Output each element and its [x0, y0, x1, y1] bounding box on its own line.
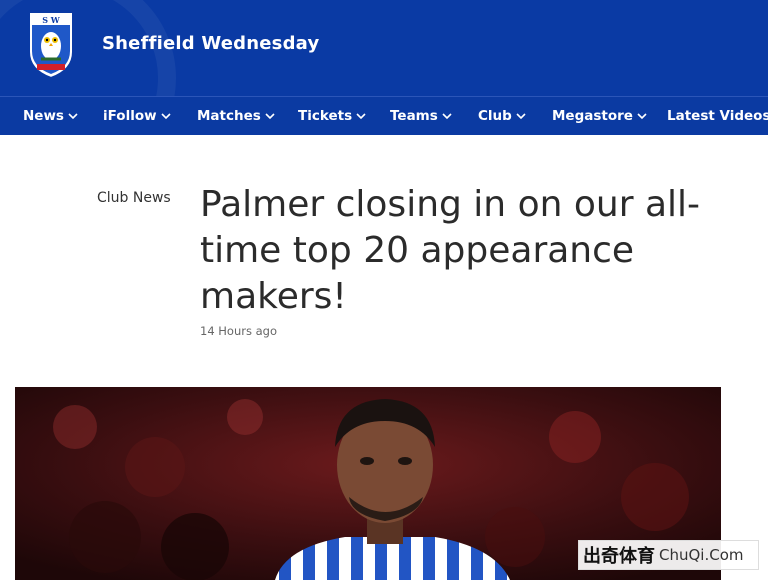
chevron-down-icon [442, 113, 452, 120]
nav-item-teams[interactable]: Teams [390, 97, 452, 135]
watermark-brand-cn: 出奇体育 [583, 546, 655, 567]
nav-item-ifollow[interactable]: iFollow [103, 97, 171, 135]
nav-item-tickets[interactable]: Tickets [298, 97, 366, 135]
owl-crest-icon[interactable]: S W [25, 8, 77, 80]
nav-item-label: iFollow [103, 108, 157, 124]
chevron-down-icon [356, 113, 366, 120]
main-nav: News iFollow Matches Tickets Teams Club … [0, 96, 768, 135]
nav-item-label: Latest Videos [667, 108, 768, 124]
article-title: Palmer closing in on our all-time top 20… [200, 184, 700, 317]
nav-item-label: Tickets [298, 108, 353, 124]
club-name[interactable]: Sheffield Wednesday [102, 33, 319, 54]
nav-item-megastore[interactable]: Megastore [552, 97, 647, 135]
site-header: S W Sheffield Wednesday [0, 0, 768, 96]
nav-item-news[interactable]: News [23, 97, 78, 135]
watermark-badge: 出奇体育 ChuQi.Com [578, 540, 759, 570]
nav-item-label: Club [478, 108, 512, 124]
nav-item-matches[interactable]: Matches [197, 97, 275, 135]
watermark-brand-en: ChuQi.Com [659, 546, 744, 564]
article-timestamp: 14 Hours ago [200, 324, 278, 338]
article-category[interactable]: Club News [97, 190, 171, 206]
svg-text:S W: S W [42, 15, 61, 25]
chevron-down-icon [265, 113, 275, 120]
chevron-down-icon [516, 113, 526, 120]
chevron-down-icon [637, 113, 647, 120]
nav-item-latest-videos[interactable]: Latest Videos [667, 97, 768, 135]
chevron-down-icon [161, 113, 171, 120]
nav-item-club[interactable]: Club [478, 97, 526, 135]
nav-item-label: Teams [390, 108, 438, 124]
nav-item-label: Megastore [552, 108, 633, 124]
chevron-down-icon [68, 113, 78, 120]
nav-item-label: News [23, 108, 64, 124]
nav-item-label: Matches [197, 108, 261, 124]
